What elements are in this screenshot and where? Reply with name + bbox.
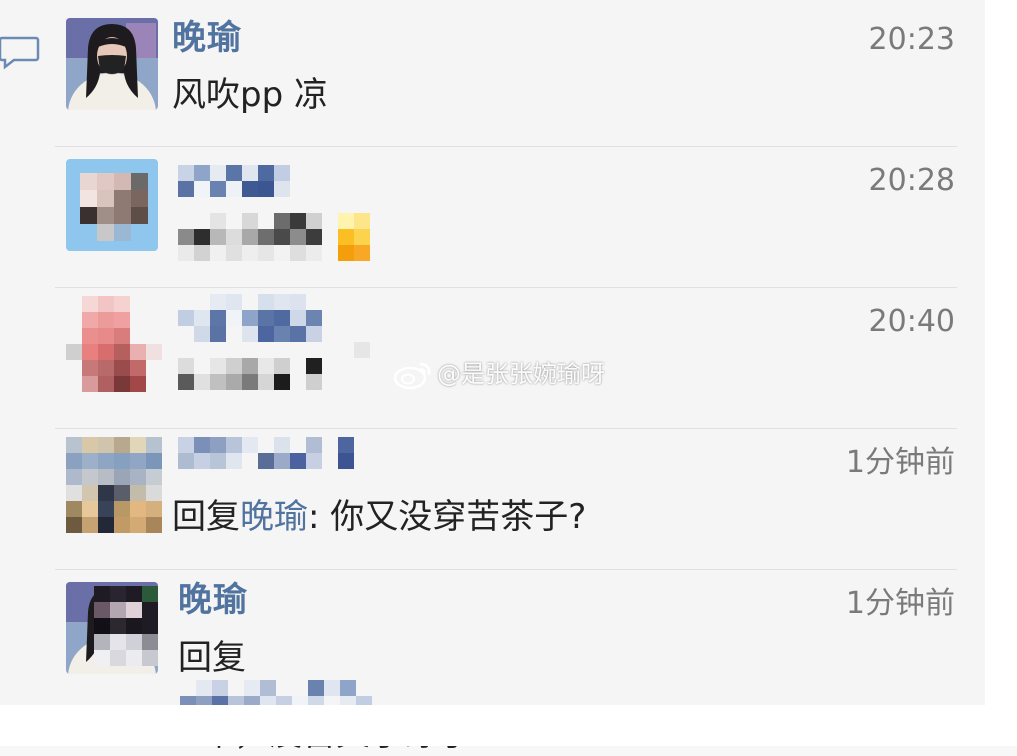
avatar[interactable]: [66, 18, 158, 110]
comment-time: 20:28: [868, 163, 955, 198]
comment-time: 20:40: [868, 304, 955, 339]
weibo-logo-icon: [393, 362, 431, 390]
comment-time: 1分钟前: [845, 586, 955, 621]
reply-prefix: 回复: [178, 638, 246, 678]
comment-author[interactable]: 晚瑜: [178, 580, 248, 620]
comment-item[interactable]: 晚瑜 1分钟前 回复 : 昂，没苦叉子穿了: [0, 570, 985, 754]
pixelated-name: [178, 437, 370, 469]
avatar[interactable]: [66, 159, 158, 251]
comment-item[interactable]: 1分钟前 回复晚瑜: 你又没穿苦茶子?: [0, 429, 985, 569]
right-margin: [985, 0, 1017, 746]
comment-list: 晚瑜 20:23 风吹pp 凉 20:28 20:40 1分钟前 回复晚瑜: 你…: [0, 0, 985, 754]
reply-mention-link[interactable]: 晚瑜: [240, 497, 308, 537]
pixelated-text: [178, 213, 386, 261]
pixelated-avatar[interactable]: [66, 296, 162, 392]
bottom-margin: [0, 705, 1017, 746]
reply-body: : 你又没穿苦茶子?: [308, 497, 587, 537]
pixelated-avatar: [80, 173, 148, 241]
comment-author[interactable]: 晚瑜: [172, 18, 242, 58]
comment-reply-text: 回复晚瑜: 你又没穿苦茶子?: [172, 495, 586, 539]
comment-text: 风吹pp 凉: [172, 75, 328, 115]
avatar[interactable]: [66, 582, 158, 674]
pixelated-text: [178, 342, 402, 390]
pixelated-overlay: [94, 586, 158, 666]
reply-prefix: 回复: [172, 497, 240, 537]
pixelated-name: [178, 165, 290, 197]
comment-item[interactable]: 20:28: [0, 147, 985, 287]
watermark: @是张张婉瑜呀: [393, 356, 605, 392]
comment-item[interactable]: 晚瑜 20:23 风吹pp 凉: [0, 0, 985, 146]
pixelated-name: [178, 294, 338, 342]
pixelated-avatar[interactable]: [66, 437, 162, 533]
watermark-text: @是张张婉瑜呀: [437, 360, 605, 388]
comment-time: 1分钟前: [845, 445, 955, 480]
comment-time: 20:23: [868, 22, 955, 57]
